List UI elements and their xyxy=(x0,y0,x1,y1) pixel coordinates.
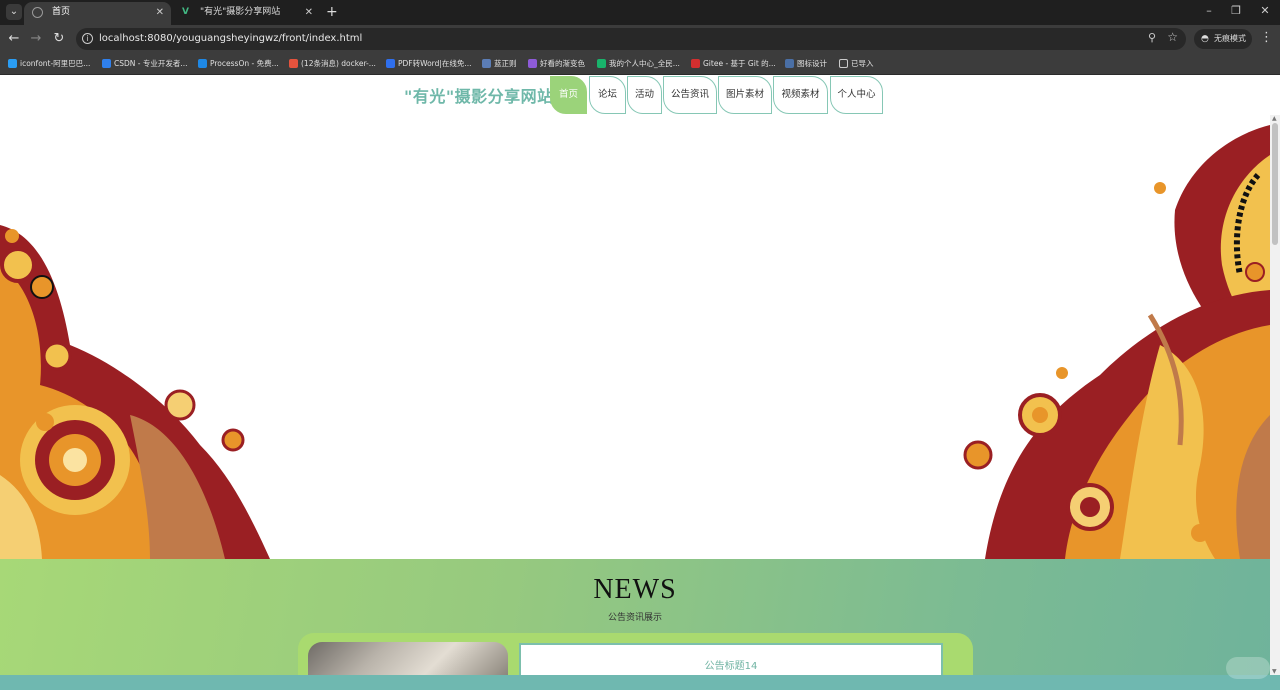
bookmarks-bar: iconfont-阿里巴巴... CSDN - 专业开发者... Process… xyxy=(0,53,1280,75)
url-text[interactable]: localhost:8080/youguangsheyingwz/front/i… xyxy=(99,28,362,50)
bookmark-favicon-icon xyxy=(597,59,606,68)
bookmark-folder[interactable]: 已导入 xyxy=(839,53,874,75)
back-arrow-icon[interactable]: ← xyxy=(6,30,22,48)
bookmark-item[interactable]: Gitee - 基于 Git 的... xyxy=(691,53,776,75)
bookmark-item[interactable]: 图标设计 xyxy=(785,53,827,75)
right-paisley-ornament xyxy=(963,125,1270,559)
scrollbar-thumb[interactable] xyxy=(1272,123,1278,245)
nav-announcements[interactable]: 公告资讯 xyxy=(663,76,717,114)
vue-logo-icon: V xyxy=(182,7,189,17)
bookmark-label: iconfont-阿里巴巴... xyxy=(20,59,91,68)
incognito-label: 无痕模式 xyxy=(1214,34,1246,43)
carousel-banner[interactable] xyxy=(0,115,1270,559)
left-paisley-ornament xyxy=(0,225,270,559)
browser-toolbar: ← → ↻ i localhost:8080/youguangsheyingwz… xyxy=(0,25,1280,53)
bookmark-item[interactable]: iconfont-阿里巴巴... xyxy=(8,53,90,75)
bookmark-item[interactable]: 我的个人中心_全民... xyxy=(597,53,680,75)
nav-user-center[interactable]: 个人中心 xyxy=(830,76,883,114)
bookmark-item[interactable]: (12条消息) docker-... xyxy=(289,53,376,75)
bookmark-item[interactable]: CSDN - 专业开发者... xyxy=(102,53,188,75)
restore-icon[interactable]: ❐ xyxy=(1228,4,1244,17)
close-icon[interactable]: ✕ xyxy=(156,2,164,23)
bookmark-favicon-icon xyxy=(102,59,111,68)
page-scrollbar[interactable]: ▲ ▼ xyxy=(1270,115,1280,675)
page-viewport: "有光"摄影分享网站 首页 论坛 活动 公告资讯 图片素材 视频素材 个人中心 xyxy=(0,75,1280,690)
news-heading: NEWS xyxy=(593,574,677,605)
incognito-badge[interactable]: ◓ 无痕模式 xyxy=(1194,29,1252,49)
bookmark-favicon-icon xyxy=(482,59,491,68)
bookmark-favicon-icon xyxy=(386,59,395,68)
bookmark-favicon-icon xyxy=(785,59,794,68)
paisley-banner-image xyxy=(0,125,1270,559)
bookmark-favicon-icon xyxy=(8,59,17,68)
tab-home[interactable]: 首页 ✕ xyxy=(24,2,171,25)
bookmark-favicon-icon xyxy=(289,59,298,68)
bookmark-label: 已导入 xyxy=(851,59,874,68)
bookmark-favicon-icon xyxy=(528,59,537,68)
close-icon[interactable]: ✕ xyxy=(305,2,313,23)
bookmark-label: 图标设计 xyxy=(797,59,827,68)
nav-home[interactable]: 首页 xyxy=(550,76,587,114)
news-subheading: 公告资讯展示 xyxy=(607,613,662,623)
nav-video-materials[interactable]: 视频素材 xyxy=(773,76,828,114)
reload-icon[interactable]: ↻ xyxy=(51,30,67,48)
bookmark-label: PDF转Word|在线免... xyxy=(398,59,472,68)
bookmark-label: 蓝正则 xyxy=(494,59,517,68)
window-close-icon[interactable]: ✕ xyxy=(1257,4,1273,17)
bookmark-label: (12条消息) docker-... xyxy=(301,59,376,68)
tab-search-button[interactable]: ⌄ xyxy=(6,4,22,20)
incognito-icon: ◓ xyxy=(1201,34,1209,44)
nav-activities[interactable]: 活动 xyxy=(627,76,662,114)
bookmark-favicon-icon xyxy=(198,59,207,68)
bookmark-label: 我的个人中心_全民... xyxy=(609,59,680,68)
globe-icon xyxy=(32,7,43,18)
site-title[interactable]: "有光"摄影分享网站 xyxy=(404,83,554,107)
zoom-icon[interactable]: ⚲ xyxy=(1148,31,1156,44)
tab-title: 首页 xyxy=(52,7,71,17)
bookmark-item[interactable]: PDF转Word|在线免... xyxy=(386,53,472,75)
folder-icon xyxy=(839,59,848,68)
bookmark-label: Gitee - 基于 Git 的... xyxy=(703,59,776,68)
nav-forum[interactable]: 论坛 xyxy=(589,76,626,114)
tab-title: "有光"摄影分享网站 xyxy=(200,7,281,17)
tab-site[interactable]: V "有光"摄影分享网站 ✕ xyxy=(172,2,320,25)
scroll-down-icon[interactable]: ▼ xyxy=(1272,668,1277,675)
bottom-decoration-bar xyxy=(0,675,1280,690)
browser-menu-icon[interactable]: ⋮ xyxy=(1260,30,1273,45)
bookmark-item[interactable]: ProcessOn - 免费... xyxy=(198,53,279,75)
bookmark-item[interactable]: 蓝正则 xyxy=(482,53,517,75)
bookmark-item[interactable]: 好看的渐变色 xyxy=(528,53,585,75)
nav-image-materials[interactable]: 图片素材 xyxy=(718,76,772,114)
news-section: NEWS 公告资讯展示 公告标题14 xyxy=(0,559,1270,690)
site-header: "有光"摄影分享网站 首页 论坛 活动 公告资讯 图片素材 视频素材 个人中心 xyxy=(0,75,1280,115)
watermark-logo xyxy=(1226,657,1270,679)
forward-arrow-icon[interactable]: → xyxy=(28,30,44,48)
info-icon[interactable]: i xyxy=(82,33,93,44)
bookmark-label: CSDN - 专业开发者... xyxy=(114,59,188,68)
browser-tab-bar: ⌄ 首页 ✕ V "有光"摄影分享网站 ✕ + – ❐ ✕ xyxy=(0,0,1280,25)
bookmark-star-icon[interactable]: ☆ xyxy=(1167,30,1178,44)
news-item-title[interactable]: 公告标题14 xyxy=(521,657,941,672)
bookmark-label: 好看的渐变色 xyxy=(540,59,585,68)
scroll-up-icon[interactable]: ▲ xyxy=(1272,115,1277,122)
new-tab-button[interactable]: + xyxy=(326,3,338,21)
minimize-icon[interactable]: – xyxy=(1201,4,1217,17)
bookmark-favicon-icon xyxy=(691,59,700,68)
address-bar[interactable]: i localhost:8080/youguangsheyingwz/front… xyxy=(76,28,1186,50)
bookmark-label: ProcessOn - 免费... xyxy=(210,59,279,68)
